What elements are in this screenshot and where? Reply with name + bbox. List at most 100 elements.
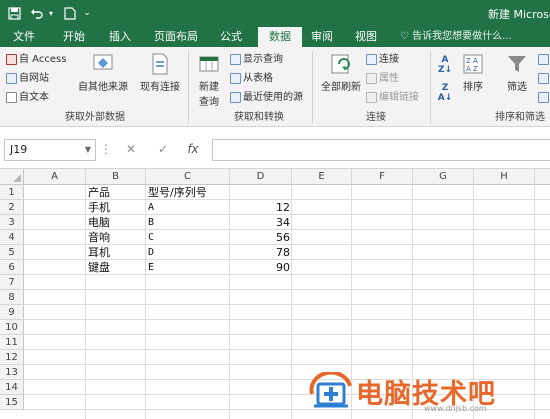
row-header[interactable]: 13	[0, 365, 24, 380]
row-header[interactable]: 5	[0, 245, 24, 260]
tab-home[interactable]: 开始	[54, 27, 94, 47]
formula-bar-grip-icon: ⋮	[100, 142, 112, 156]
save-icon[interactable]	[6, 4, 22, 22]
column-header-b[interactable]: B	[86, 169, 146, 185]
advanced-filter-button[interactable]	[538, 90, 550, 105]
cell-c6[interactable]: E	[146, 260, 230, 275]
tab-view[interactable]: 视图	[348, 27, 384, 47]
column-header-g[interactable]: G	[413, 169, 474, 185]
row-header[interactable]: 15	[0, 395, 24, 410]
other-sources-button[interactable]: 自其他来源	[76, 52, 130, 93]
connections-icon	[366, 54, 377, 65]
cancel-icon[interactable]: ✕	[122, 140, 140, 158]
column-header-h[interactable]: H	[474, 169, 535, 185]
cell-d2[interactable]: 12	[230, 200, 292, 215]
row-header[interactable]: 12	[0, 350, 24, 365]
from-web-button[interactable]: 自网站	[6, 71, 49, 86]
column-header-f[interactable]: F	[352, 169, 413, 185]
tab-formulas[interactable]: 公式	[212, 27, 250, 47]
reapply-filter-button[interactable]	[538, 71, 550, 86]
insert-function-icon[interactable]: fx	[184, 140, 202, 158]
connections-button[interactable]: 连接	[366, 52, 399, 67]
gridline	[24, 289, 550, 290]
sort-za-button[interactable]: Z A↓	[436, 83, 454, 103]
select-all-corner[interactable]	[0, 169, 24, 185]
new-query-button[interactable]: 新建 查询	[192, 52, 226, 108]
tell-me-search[interactable]: ♡ 告诉我您想要做什么...	[400, 27, 512, 47]
divider	[312, 51, 313, 123]
tab-file[interactable]: 文件	[4, 27, 44, 47]
column-header-partial[interactable]	[535, 169, 550, 185]
sort-button[interactable]: Z AA Z 排序	[458, 52, 488, 93]
recent-sources-button[interactable]: 最近使用的源	[230, 90, 303, 105]
column-header-c[interactable]: C	[146, 169, 230, 185]
group-label-get-external: 获取外部数据	[65, 112, 125, 123]
enter-check-icon[interactable]: ✓	[154, 140, 172, 158]
row-header[interactable]: 11	[0, 335, 24, 350]
new-query-icon	[197, 52, 221, 76]
advanced-filter-icon	[538, 92, 549, 103]
cell-c5[interactable]: D	[146, 245, 230, 260]
group-label-transform: 获取和转换	[234, 112, 284, 123]
existing-connections-button[interactable]: 现有连接	[136, 52, 184, 93]
undo-icon[interactable]	[28, 4, 44, 22]
tab-data[interactable]: 数据	[258, 27, 302, 47]
show-queries-button[interactable]: 显示查询	[230, 52, 283, 67]
tab-insert[interactable]: 插入	[100, 27, 140, 47]
properties-button[interactable]: 属性	[366, 71, 399, 86]
cell-c3[interactable]: B	[146, 215, 230, 230]
name-box[interactable]: J19 ▼	[4, 139, 96, 161]
table-icon	[230, 73, 241, 84]
cell-b5[interactable]: 耳机	[86, 245, 146, 260]
refresh-icon	[329, 52, 353, 76]
ribbon: 自 Access 自网站 自文本 自其他来源 现有连接 获取外部数据 新建 查询…	[0, 47, 550, 127]
chevron-down-icon[interactable]: ▼	[85, 140, 91, 160]
cell-d3[interactable]: 34	[230, 215, 292, 230]
clear-filter-button[interactable]	[538, 52, 550, 67]
row-header[interactable]: 9	[0, 305, 24, 320]
from-access-button[interactable]: 自 Access	[6, 52, 66, 67]
tab-page-layout[interactable]: 页面布局	[148, 27, 204, 47]
tab-review[interactable]: 审阅	[304, 27, 340, 47]
undo-dropdown-icon[interactable]: ▾	[46, 4, 56, 22]
watermark: 电脑技术吧 www.dnjsb.com	[304, 368, 550, 419]
row-header[interactable]: 10	[0, 320, 24, 335]
cell-d5[interactable]: 78	[230, 245, 292, 260]
customize-toolbar-icon[interactable]: ⌄	[82, 4, 92, 22]
row-header[interactable]: 7	[0, 275, 24, 290]
refresh-all-button[interactable]: 全部刷新	[318, 52, 364, 93]
sort-az-button[interactable]: A Z↓	[436, 55, 454, 75]
row-header[interactable]: 4	[0, 230, 24, 245]
cell-c2[interactable]: A	[146, 200, 230, 215]
cell-d6[interactable]: 90	[230, 260, 292, 275]
divider	[430, 51, 431, 123]
window-title: 新建 Microsoft Excel	[488, 8, 550, 21]
clear-filter-icon	[538, 54, 549, 65]
column-header-e[interactable]: E	[292, 169, 352, 185]
row-header[interactable]: 2	[0, 200, 24, 215]
cell-b4[interactable]: 音响	[86, 230, 146, 245]
cell-c1[interactable]: 型号/序列号	[146, 185, 230, 200]
edit-links-button[interactable]: 编辑链接	[366, 90, 419, 105]
cell-b6[interactable]: 键盘	[86, 260, 146, 275]
cell-d4[interactable]: 56	[230, 230, 292, 245]
row-header[interactable]: 8	[0, 290, 24, 305]
cell-c4[interactable]: C	[146, 230, 230, 245]
cell-b1[interactable]: 产品	[86, 185, 146, 200]
cell-b2[interactable]: 手机	[86, 200, 146, 215]
from-text-button[interactable]: 自文本	[6, 90, 49, 105]
filter-button[interactable]: 筛选	[500, 52, 534, 93]
new-document-icon[interactable]	[62, 4, 78, 22]
column-header-a[interactable]: A	[24, 169, 86, 185]
web-icon	[6, 73, 17, 84]
formula-input[interactable]	[212, 139, 550, 161]
row-header[interactable]: 3	[0, 215, 24, 230]
cell-b3[interactable]: 电脑	[86, 215, 146, 230]
watermark-logo-icon	[309, 372, 352, 408]
row-header[interactable]: 6	[0, 260, 24, 275]
gridline	[24, 364, 550, 365]
from-table-button[interactable]: 从表格	[230, 71, 273, 86]
column-header-d[interactable]: D	[230, 169, 292, 185]
row-header[interactable]: 1	[0, 185, 24, 200]
row-header[interactable]: 14	[0, 380, 24, 395]
